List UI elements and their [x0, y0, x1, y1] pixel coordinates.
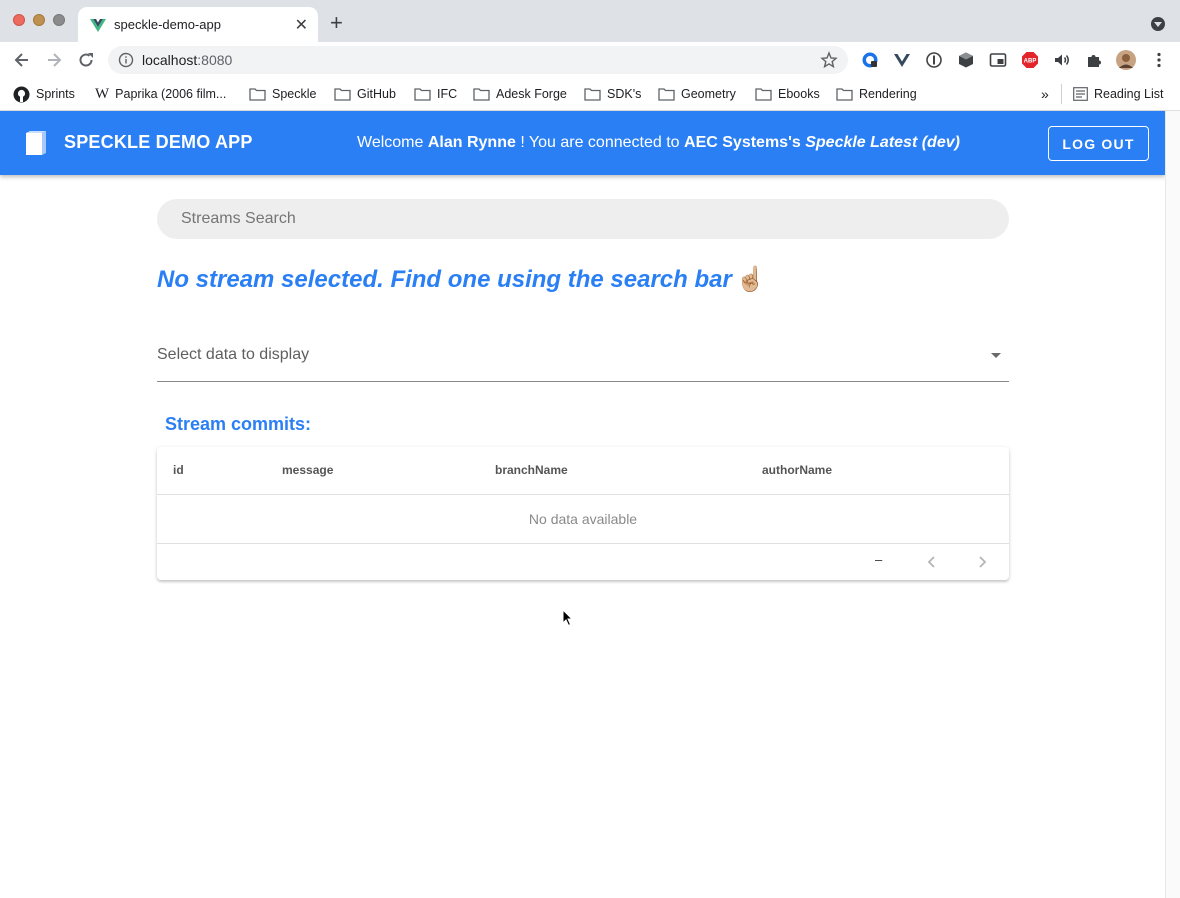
browser-tab[interactable]: speckle-demo-app ✕ [78, 7, 318, 42]
browser-menu-icon[interactable] [1150, 51, 1168, 69]
server-name: Speckle Latest (dev) [805, 134, 960, 151]
extensions-puzzle-icon[interactable] [1085, 51, 1103, 69]
column-header-message[interactable]: message [282, 463, 333, 477]
commits-table: id message branchName authorName No data… [157, 447, 1009, 580]
column-header-id[interactable]: id [173, 463, 184, 477]
pointing-up-emoji-icon: ☝🏼 [735, 266, 766, 293]
dropdown-arrow-icon[interactable] [991, 353, 1001, 358]
select-label: Select data to display [157, 346, 310, 363]
vue-devtools-extension-icon[interactable] [893, 51, 911, 69]
vue-logo-icon [90, 19, 106, 32]
github-icon [13, 86, 30, 102]
address-bar[interactable]: localhost:8080 [108, 46, 848, 74]
speaker-icon[interactable] [1053, 51, 1071, 69]
folder-icon [414, 88, 431, 101]
onepassword-extension-icon[interactable] [925, 51, 943, 69]
stream-commits-title: Stream commits: [165, 414, 312, 434]
bookmark-folder-ifc[interactable]: IFC [414, 84, 457, 104]
bookmarks-overflow-chevron-icon[interactable]: » [1041, 84, 1049, 104]
logout-button[interactable]: LOG OUT [1048, 126, 1149, 161]
new-tab-button[interactable]: + [330, 12, 343, 34]
bookmark-star-icon[interactable] [820, 51, 838, 69]
pagination-range: – [875, 552, 883, 567]
bookmark-folder-sdks[interactable]: SDK's [584, 84, 641, 104]
back-arrow-icon[interactable] [12, 50, 32, 70]
bookmark-folder-adesk-forge[interactable]: Adesk Forge [473, 84, 567, 104]
no-stream-message: No stream selected. Find one using the s… [157, 266, 766, 293]
cube-extension-icon[interactable] [957, 51, 975, 69]
password-manager-extension-icon[interactable] [861, 51, 879, 69]
adblock-plus-extension-icon[interactable]: ABP [1021, 51, 1039, 69]
folder-icon [249, 88, 266, 101]
folder-icon [755, 88, 772, 101]
tab-title: speckle-demo-app [114, 17, 221, 32]
bookmark-folder-geometry[interactable]: Geometry [658, 84, 736, 104]
folder-icon [334, 88, 351, 101]
bookmark-folder-github[interactable]: GitHub [334, 84, 396, 104]
server-owner: AEC Systems's [684, 134, 801, 151]
picture-in-picture-extension-icon[interactable] [989, 51, 1007, 69]
bookmark-folder-rendering[interactable]: Rendering [836, 84, 917, 104]
forward-arrow-icon[interactable] [44, 50, 64, 70]
wikipedia-icon: W [95, 85, 110, 102]
previous-page-chevron-icon[interactable] [922, 552, 942, 572]
maximize-window-button[interactable] [53, 14, 65, 26]
welcome-message: Welcome Alan Rynne ! You are connected t… [357, 134, 960, 151]
table-footer: – [157, 544, 1009, 580]
app-header: SPECKLE DEMO APP Welcome Alan Rynne ! Yo… [0, 111, 1165, 175]
data-display-select[interactable]: Select data to display [157, 336, 1009, 382]
column-header-authorname[interactable]: authorName [762, 463, 832, 477]
tab-search-icon[interactable] [1151, 17, 1165, 31]
bookmark-folder-ebooks[interactable]: Ebooks [755, 84, 820, 104]
folder-icon [836, 88, 853, 101]
column-header-branchname[interactable]: branchName [495, 463, 568, 477]
next-page-chevron-icon[interactable] [972, 552, 992, 572]
reading-list-button[interactable]: Reading List [1073, 84, 1164, 104]
bookmark-folder-speckle[interactable]: Speckle [249, 84, 316, 104]
svg-text:ABP: ABP [1024, 59, 1037, 65]
table-header-row: id message branchName authorName [157, 447, 1009, 495]
no-data-text: No data available [528, 511, 638, 527]
url-text[interactable]: localhost:8080 [142, 52, 232, 68]
folder-icon [584, 88, 601, 101]
bookmarks-bar: Sprints W Paprika (2006 film... Speckle … [0, 78, 1180, 111]
streams-search-input[interactable] [181, 210, 981, 228]
reload-icon[interactable] [76, 50, 96, 70]
site-info-icon[interactable] [118, 52, 134, 68]
folder-icon [658, 88, 675, 101]
mouse-pointer-icon [562, 609, 574, 627]
bookmarks-divider [1061, 84, 1062, 104]
profile-avatar-icon[interactable] [1116, 50, 1136, 70]
reading-list-icon [1073, 87, 1088, 101]
minimize-window-button[interactable] [33, 14, 45, 26]
user-name: Alan Rynne [427, 134, 516, 151]
close-window-button[interactable] [13, 14, 25, 26]
bookmark-paprika[interactable]: W Paprika (2006 film... [95, 84, 226, 104]
table-empty-row: No data available [157, 495, 1009, 544]
bookmark-sprints[interactable]: Sprints [13, 84, 75, 104]
speckle-logo-icon [26, 131, 46, 155]
browser-toolbar: localhost:8080 ABP [0, 42, 1180, 78]
folder-icon [473, 88, 490, 101]
app-title: SPECKLE DEMO APP [64, 132, 253, 152]
tab-close-icon[interactable]: ✕ [295, 15, 308, 35]
browser-titlebar: speckle-demo-app ✕ + [0, 0, 1180, 42]
streams-search-field[interactable] [157, 199, 1009, 239]
page-scrollbar[interactable] [1165, 111, 1180, 898]
